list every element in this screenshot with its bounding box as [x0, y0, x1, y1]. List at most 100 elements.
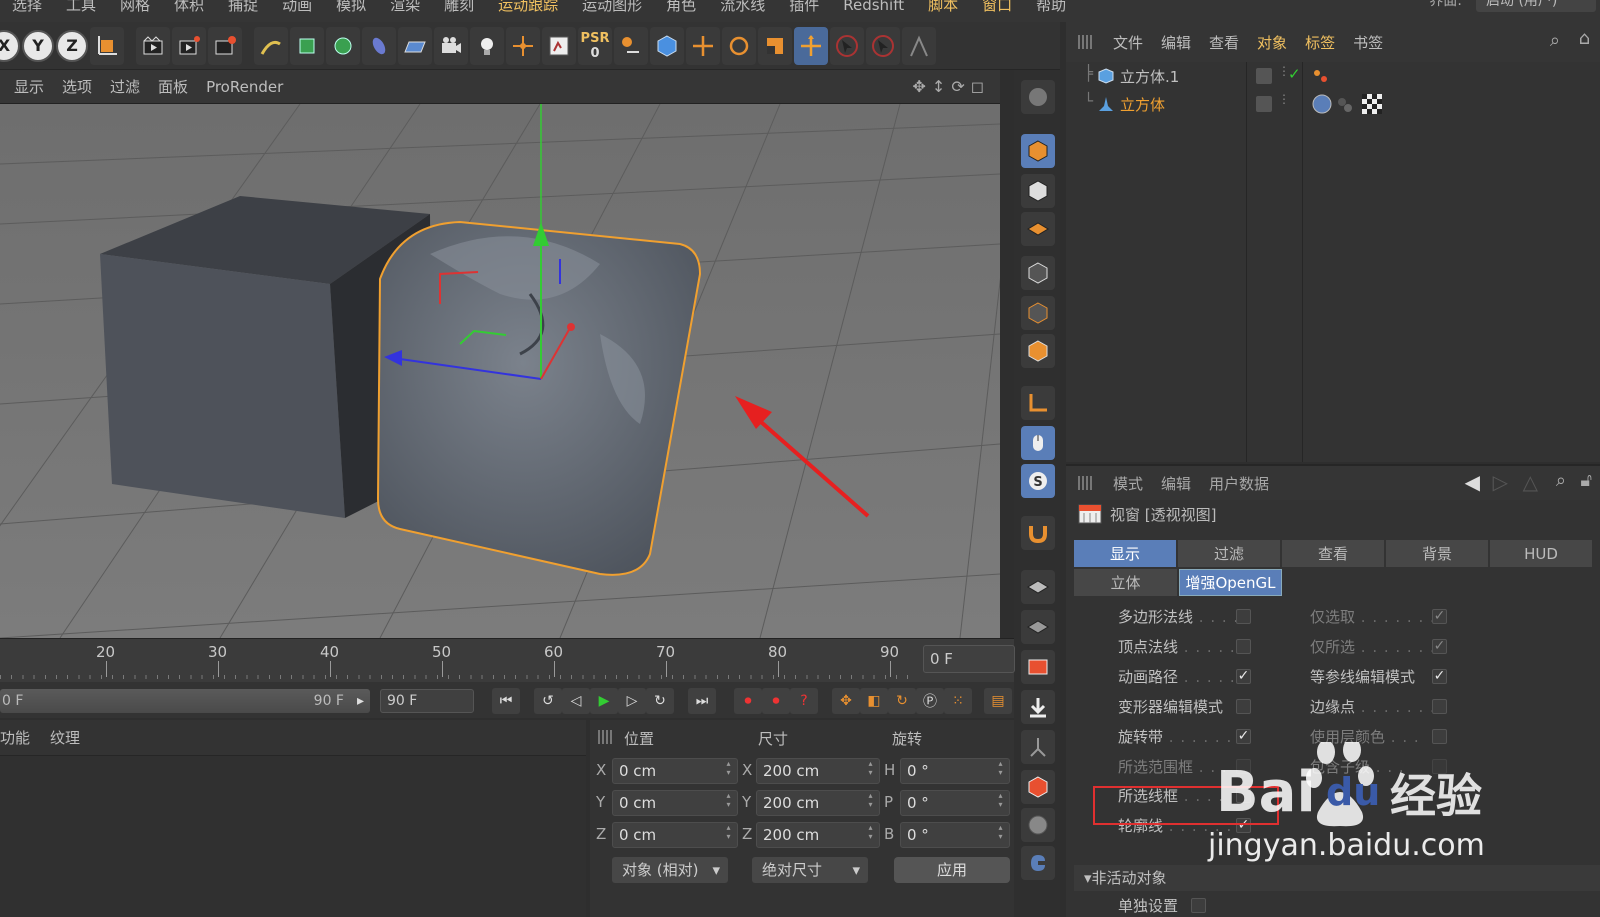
make-editable-icon[interactable]	[1021, 80, 1055, 114]
key-scale-icon[interactable]: ◧	[860, 688, 888, 714]
python-icon[interactable]	[1021, 846, 1055, 880]
move-tool-icon[interactable]	[686, 26, 720, 65]
material-menu-function[interactable]: 功能	[0, 727, 40, 748]
naming-tool-icon[interactable]	[614, 26, 648, 65]
forward-arrow-icon[interactable]: ▷	[1493, 470, 1508, 494]
om-object-name[interactable]: 立方体.1	[1120, 66, 1179, 87]
cube-view-icon[interactable]	[650, 26, 684, 65]
size-z-field[interactable]: 200 cm	[756, 822, 880, 848]
size-y-field[interactable]: 200 cm	[756, 790, 880, 816]
workplane-lock-icon[interactable]	[1021, 570, 1055, 604]
menu-sculpt[interactable]: 雕刻	[432, 0, 486, 13]
menu-mesh[interactable]: 网格	[108, 0, 162, 13]
workplane-mode-icon[interactable]	[1021, 212, 1055, 246]
rect-select-icon[interactable]	[866, 26, 900, 65]
position-x-field[interactable]: 0 cm	[612, 758, 738, 784]
current-frame-field[interactable]: 0 F	[923, 645, 1015, 673]
tag-dots-icon[interactable]	[1312, 68, 1330, 86]
menu-render[interactable]: 渲染	[378, 0, 432, 13]
polygons-mode-icon[interactable]	[1021, 334, 1055, 368]
viewport-menu-filter[interactable]: 过滤	[101, 76, 149, 97]
texture-mode-icon[interactable]	[1021, 174, 1055, 208]
workplane-rotate-icon[interactable]	[1021, 610, 1055, 644]
search-icon[interactable]: ⌕	[1556, 470, 1566, 491]
sphere-icon[interactable]	[1021, 808, 1055, 842]
om-row-cube-1[interactable]: ╞ 立方体.1 ⋮ ✓	[1066, 62, 1600, 90]
material-area[interactable]	[0, 756, 586, 917]
menu-redshift[interactable]: Redshift	[831, 0, 916, 13]
menu-window[interactable]: 窗口	[970, 0, 1024, 13]
back-arrow-icon[interactable]: ◀	[1465, 470, 1480, 494]
layout-dropdown[interactable]: 启动 (用户)	[1476, 0, 1596, 12]
timeline-icon[interactable]: ▤	[984, 688, 1012, 714]
edges-mode-icon[interactable]	[1021, 296, 1055, 330]
om-menu-view[interactable]: 查看	[1200, 32, 1248, 53]
panel-grip-icon[interactable]	[1078, 35, 1094, 49]
snap-icon[interactable]: S	[1021, 464, 1055, 498]
enabled-check-icon[interactable]: ✓	[1288, 65, 1301, 83]
render-to-picture-viewer-icon[interactable]	[172, 26, 206, 65]
light-icon[interactable]	[470, 26, 504, 65]
panel-grip-icon[interactable]	[598, 730, 614, 744]
range-end-field[interactable]: 90 F	[380, 689, 474, 713]
y-axis-lock-button[interactable]: Y	[22, 29, 54, 62]
am-menu-mode[interactable]: 模式	[1104, 473, 1152, 494]
position-y-field[interactable]: 0 cm	[612, 790, 738, 816]
select-arrow-icon[interactable]	[830, 26, 864, 65]
range-arrow-icon[interactable]: ▸	[357, 689, 364, 713]
visibility-dots-icon[interactable]: ⋮	[1278, 92, 1290, 106]
checkbox-only-selected-2[interactable]: ✓	[1432, 639, 1447, 654]
viewport-menu-prorender[interactable]: ProRender	[197, 78, 292, 96]
menu-character[interactable]: 角色	[654, 0, 708, 13]
record-icon[interactable]: ⏺	[734, 688, 762, 714]
om-row-cube[interactable]: └ 立方体 ⋮	[1066, 90, 1600, 118]
timeline-ruler[interactable]: 20 30 40 50 60 70 80 90 0 F	[0, 638, 1015, 682]
magnet-icon[interactable]	[1021, 516, 1055, 550]
download-icon[interactable]	[1021, 690, 1055, 724]
previous-frame-icon[interactable]: ◁	[562, 688, 590, 714]
floor-icon[interactable]	[398, 26, 432, 65]
next-frame-icon[interactable]: ▷	[618, 688, 646, 714]
am-menu-edit[interactable]: 编辑	[1152, 473, 1200, 494]
checkbox-deformer-edit-mode[interactable]	[1236, 699, 1251, 714]
subtab-enhanced-opengl[interactable]: 增强OpenGL	[1178, 569, 1282, 596]
key-pla-icon[interactable]: ⁙	[944, 688, 972, 714]
tab-view[interactable]: 查看	[1282, 540, 1384, 567]
checkbox-vertex-normals[interactable]	[1236, 639, 1251, 654]
key-position-icon[interactable]: ✥	[832, 688, 860, 714]
size-x-field[interactable]: 200 cm	[756, 758, 880, 784]
om-menu-tags[interactable]: 标签	[1296, 32, 1344, 53]
panel-grip-icon[interactable]	[1078, 476, 1094, 490]
layer-icon[interactable]	[1256, 96, 1272, 112]
texture-icon[interactable]	[542, 26, 576, 65]
tab-hud[interactable]: HUD	[1490, 540, 1592, 567]
scale-tool-icon[interactable]	[758, 26, 792, 65]
previous-key-icon[interactable]: ↺	[534, 688, 562, 714]
subdivision-icon[interactable]	[326, 26, 360, 65]
go-to-start-icon[interactable]: ⏮	[492, 688, 520, 714]
next-key-icon[interactable]: ↻	[646, 688, 674, 714]
om-object-name-selected[interactable]: 立方体	[1120, 94, 1165, 115]
play-icon[interactable]: ▶	[590, 688, 618, 714]
key-rotation-icon[interactable]: ↻	[888, 688, 916, 714]
character-icon[interactable]	[902, 26, 936, 65]
cube-generator-icon[interactable]	[290, 26, 324, 65]
size-mode-dropdown[interactable]: 绝对尺寸	[752, 857, 868, 883]
menu-simulate[interactable]: 模拟	[324, 0, 378, 13]
cube-object-selected[interactable]	[376, 220, 702, 576]
move-points-icon[interactable]	[506, 26, 540, 65]
up-arrow-icon[interactable]: △	[1523, 470, 1538, 494]
om-menu-bookmarks[interactable]: 书签	[1344, 32, 1392, 53]
menu-select[interactable]: 选择	[0, 0, 54, 13]
coordinate-mode-dropdown[interactable]: 对象 (相对)	[612, 857, 728, 883]
pen-spline-icon[interactable]	[254, 26, 288, 65]
checker-tag-icon[interactable]	[1362, 94, 1382, 114]
am-menu-userdata[interactable]: 用户数据	[1200, 473, 1278, 494]
keyframe-selection-icon[interactable]: ?	[790, 688, 818, 714]
om-menu-objects[interactable]: 对象	[1248, 32, 1296, 53]
material-tag-icon[interactable]	[1312, 94, 1332, 114]
z-axis-lock-button[interactable]: Z	[56, 29, 88, 62]
viewport-nav-icons[interactable]: ✥↕⟳◻	[913, 77, 991, 96]
position-z-field[interactable]: 0 cm	[612, 822, 738, 848]
apply-button[interactable]: 应用	[894, 857, 1010, 883]
